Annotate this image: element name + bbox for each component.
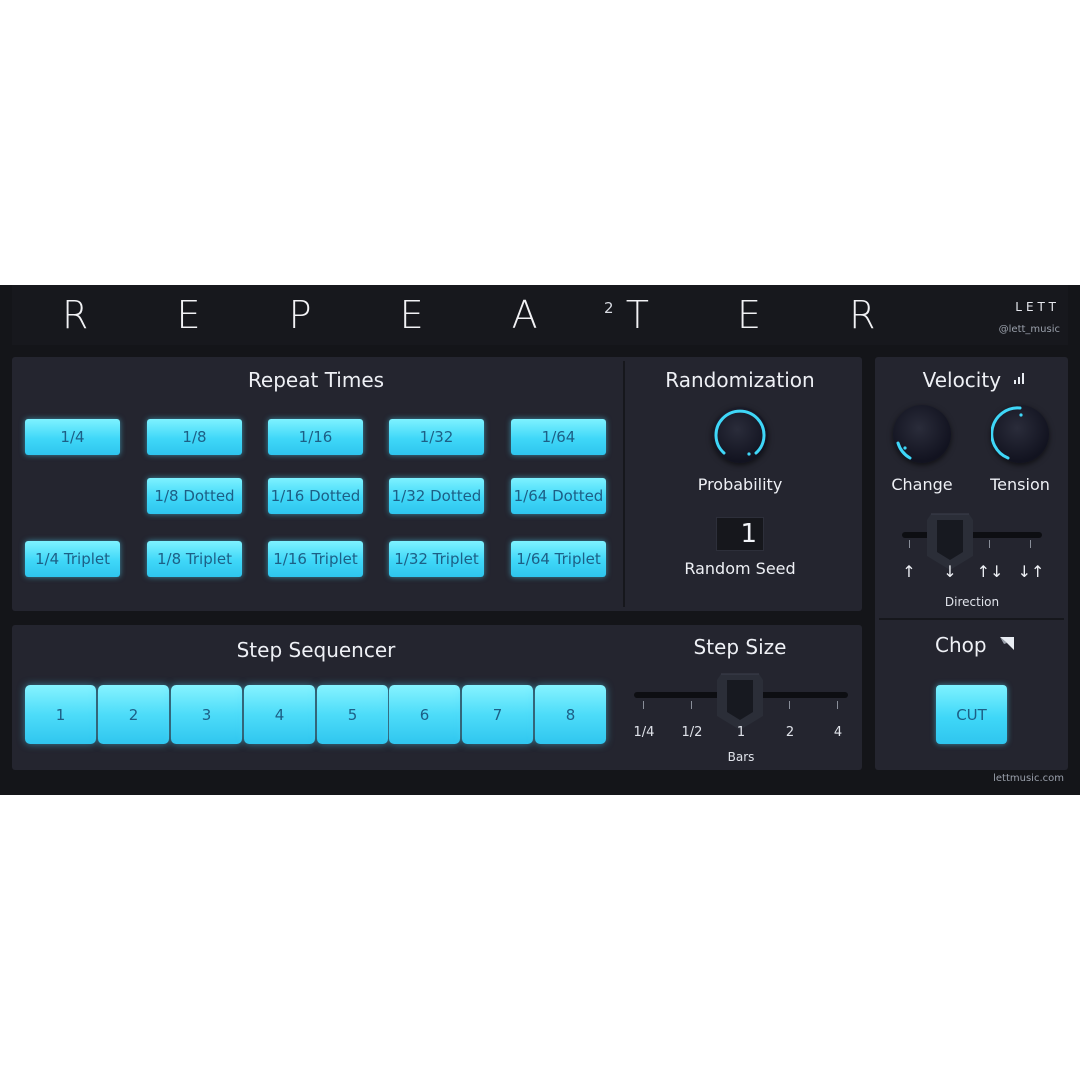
direction-tick <box>989 540 990 548</box>
step-4-pad[interactable]: 4 <box>244 685 315 744</box>
velocity-chop-divider <box>879 618 1064 620</box>
repeat-1-32-button[interactable]: 1/32 <box>389 419 484 455</box>
tension-knob[interactable] <box>991 405 1049 463</box>
step-sequencer-title: Step Sequencer <box>236 638 396 662</box>
repeat-1-16-dotted-button[interactable]: 1/16 Dotted <box>268 478 363 514</box>
repeat-1-32-triplet-button[interactable]: 1/32 Triplet <box>389 541 484 577</box>
chop-title-text: Chop <box>935 633 987 657</box>
probability-label: Probability <box>697 475 783 494</box>
step-size-title: Step Size <box>693 635 787 659</box>
repeat-1-8-button[interactable]: 1/8 <box>147 419 242 455</box>
repeat-1-64-triplet-button[interactable]: 1/64 Triplet <box>511 541 606 577</box>
chop-icon <box>999 637 1014 650</box>
step-size-tick <box>837 701 838 709</box>
direction-up-down-option[interactable]: ↑↓ <box>975 562 1005 581</box>
step-6-pad[interactable]: 6 <box>389 685 460 744</box>
brand-name: LETT <box>1015 300 1060 314</box>
random-seed-field[interactable]: 1 <box>716 517 764 551</box>
step-8-pad[interactable]: 8 <box>535 685 606 744</box>
panel-divider <box>623 361 625 607</box>
repeat-1-16-triplet-button[interactable]: 1/16 Triplet <box>268 541 363 577</box>
randomization-title: Randomization <box>665 368 815 392</box>
velocity-title: Velocity <box>915 368 1035 392</box>
direction-down-option[interactable]: ↓ <box>936 562 964 581</box>
random-seed-label: Random Seed <box>684 559 796 578</box>
step-2-pad[interactable]: 2 <box>98 685 169 744</box>
brand-handle: @lett_music <box>998 324 1060 335</box>
repeat-1-8-dotted-button[interactable]: 1/8 Dotted <box>147 478 242 514</box>
velocity-title-text: Velocity <box>922 368 1002 392</box>
repeat-times-title: Repeat Times <box>247 368 385 392</box>
repeat-1-32-dotted-button[interactable]: 1/32 Dotted <box>389 478 484 514</box>
repeat-1-64-button[interactable]: 1/64 <box>511 419 606 455</box>
direction-tick <box>909 540 910 548</box>
step-size-tick <box>691 701 692 709</box>
step-size-tick <box>643 701 644 709</box>
repeat-1-16-button[interactable]: 1/16 <box>268 419 363 455</box>
velocity-bars-icon <box>1014 373 1025 384</box>
step-size-tick <box>789 701 790 709</box>
step-3-pad[interactable]: 3 <box>171 685 242 744</box>
tension-label: Tension <box>990 475 1050 494</box>
step-size-tick-label-1-4: 1/4 <box>633 725 655 740</box>
website-link[interactable]: lettmusic.com <box>993 773 1064 784</box>
direction-down-up-option[interactable]: ↓↑ <box>1016 562 1046 581</box>
logo-version: 2 <box>604 299 614 317</box>
step-7-pad[interactable]: 7 <box>462 685 533 744</box>
step-size-slider-thumb[interactable] <box>717 672 763 730</box>
header-bar: R E P E A T E R 2 LETT @lett_music <box>12 285 1068 345</box>
direction-label: Direction <box>944 595 1000 609</box>
probability-knob[interactable] <box>712 407 768 463</box>
change-label: Change <box>891 475 953 494</box>
chop-title: Chop <box>925 633 1025 657</box>
chop-cut-button[interactable]: CUT <box>936 685 1007 744</box>
step-size-tick-label-2: 2 <box>785 725 795 740</box>
repeat-1-4-button[interactable]: 1/4 <box>25 419 120 455</box>
velocity-panel: Velocity Change Tension ↑ ↓ ↑↓ ↓↑ Direct… <box>875 357 1068 770</box>
step-size-tick-label-1: 1 <box>736 725 746 740</box>
step-5-pad[interactable]: 5 <box>317 685 388 744</box>
repeat-times-panel: Repeat Times 1/4 1/8 1/16 1/32 1/64 1/8 … <box>12 357 862 611</box>
direction-up-option[interactable]: ↑ <box>895 562 923 581</box>
step-size-unit-label: Bars <box>727 750 755 764</box>
repeat-1-4-triplet-button[interactable]: 1/4 Triplet <box>25 541 120 577</box>
step-size-tick-label-1-2: 1/2 <box>681 725 703 740</box>
repeat-1-8-triplet-button[interactable]: 1/8 Triplet <box>147 541 242 577</box>
direction-tick <box>1030 540 1031 548</box>
step-size-tick-label-4: 4 <box>833 725 843 740</box>
step-sequencer-panel: Step Sequencer 1 2 3 4 5 6 7 8 Step Size… <box>12 625 862 770</box>
logo-text: R E P E A T E R <box>62 293 914 337</box>
repeat-1-64-dotted-button[interactable]: 1/64 Dotted <box>511 478 606 514</box>
step-1-pad[interactable]: 1 <box>25 685 96 744</box>
change-knob[interactable] <box>893 405 951 463</box>
plugin-window: R E P E A T E R 2 LETT @lett_music Repea… <box>0 285 1080 795</box>
